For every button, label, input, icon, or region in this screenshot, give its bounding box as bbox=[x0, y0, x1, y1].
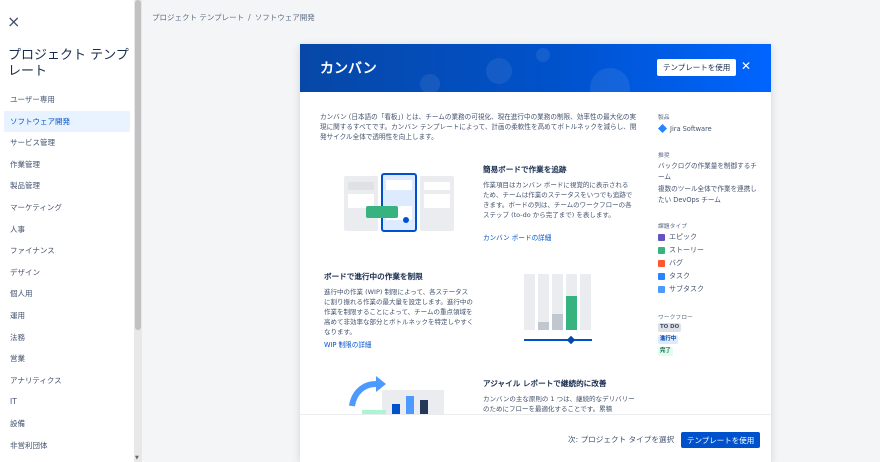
sidebar-item[interactable]: ファイナンス bbox=[4, 240, 130, 262]
sidebar-item[interactable]: デザイン bbox=[4, 262, 130, 284]
breadcrumb-current: ソフトウェア開発 bbox=[254, 13, 315, 22]
sidebar-item[interactable]: 作業管理 bbox=[4, 154, 130, 176]
section-text-board: 作業項目はカンバン ボードに視覚的に表示されるため、チームは作業のステータスをい… bbox=[483, 181, 633, 219]
sidebar-item[interactable]: 営業 bbox=[4, 348, 130, 370]
sidebar-item[interactable]: IT bbox=[4, 391, 130, 413]
header-decoration bbox=[536, 48, 550, 62]
epic-icon bbox=[658, 233, 665, 241]
issue-type-row: サブタスク bbox=[658, 284, 704, 294]
modal-footer: 次: プロジェクト タイプを選択 テンプレートを使用 bbox=[300, 414, 771, 462]
sidebar: × プロジェクト テンプレート ユーザー専用 ソフトウェア開発 サービス管理 作業管理… bbox=[0, 0, 142, 462]
sidebar-item[interactable]: ソフトウェア開発 bbox=[4, 110, 130, 133]
sidebar-title: プロジェクト テンプレート bbox=[8, 48, 129, 79]
template-modal: カンバン テンプレートを使用 ✕ カンバン (日本語の「看板」) とは、チームの… bbox=[300, 44, 771, 462]
issue-type-label: エピック bbox=[669, 233, 697, 241]
kanban-board-link[interactable]: カンバン ボードの詳細 bbox=[483, 232, 551, 242]
report-illustration bbox=[349, 376, 444, 414]
section-text-wip: 進行中の作業 (WIP) 制限によって、各ステータスに割り振れる作業の最大量を設… bbox=[324, 288, 474, 336]
issue-type-row: タスク bbox=[658, 271, 690, 281]
workflow-status-lozenge: TO DO bbox=[658, 323, 682, 332]
product-name: Jira Software bbox=[670, 124, 712, 133]
bug-icon bbox=[658, 259, 665, 267]
header-decoration bbox=[590, 68, 630, 92]
sidebar-item[interactable]: 非営利団体 bbox=[4, 435, 130, 457]
board-illustration bbox=[344, 173, 454, 232]
template-description: カンバン (日本語の「看板」) とは、チームの業務の可視化、現在進行中の業務の制… bbox=[320, 113, 637, 141]
sidebar-list: ユーザー専用 ソフトウェア開発 サービス管理 作業管理 製品管理 マーケティング 人事 ファイ… bbox=[4, 89, 130, 456]
header-decoration bbox=[486, 58, 512, 84]
issue-type-row: ストーリー bbox=[658, 245, 704, 255]
issue-type-label: タスク bbox=[669, 272, 690, 280]
jira-software-icon bbox=[658, 124, 667, 133]
issue-type-row: バグ bbox=[658, 258, 683, 268]
subtask-icon bbox=[658, 285, 665, 293]
section-title-board: 簡易ボードで作業を追跡 bbox=[483, 165, 567, 174]
product-label: 製品 bbox=[658, 115, 670, 121]
task-icon bbox=[658, 272, 665, 280]
recommended-label: 推奨 bbox=[658, 153, 670, 159]
header-decoration bbox=[420, 74, 440, 92]
issue-type-label: バグ bbox=[669, 259, 683, 267]
section-title-wip: ボードで進行中の作業を制限 bbox=[324, 272, 423, 281]
sidebar-item[interactable]: 運用 bbox=[4, 305, 130, 327]
scroll-down-icon[interactable]: ▼ bbox=[135, 455, 139, 461]
sidebar-scrollbar[interactable]: ▼ bbox=[134, 0, 142, 462]
sidebar-item[interactable]: アナリティクス bbox=[4, 370, 130, 392]
section-title-report: アジャイル レポートで継続的に改善 bbox=[483, 379, 607, 388]
sidebar-item[interactable]: 人事 bbox=[4, 219, 130, 241]
issue-type-label: サブタスク bbox=[669, 285, 704, 293]
recommended-item-2: 複数のツール全体で作業を連携したい DevOps チーム bbox=[658, 185, 757, 204]
use-template-button-footer[interactable]: テンプレートを使用 bbox=[681, 432, 761, 448]
scrollbar-thumb[interactable] bbox=[135, 0, 141, 330]
sidebar-item[interactable]: 法務 bbox=[4, 327, 130, 349]
workflow-status-lozenge: 完了 bbox=[658, 347, 673, 356]
breadcrumb: プロジェクト テンプレート / ソフトウェア開発 bbox=[152, 12, 315, 23]
wip-limit-link[interactable]: WIP 制限の詳細 bbox=[324, 339, 372, 349]
use-template-button[interactable]: テンプレートを使用 bbox=[657, 59, 737, 76]
product-row: Jira Software bbox=[658, 124, 712, 133]
story-icon bbox=[658, 246, 665, 254]
sidebar-item[interactable]: 設備 bbox=[4, 413, 130, 435]
close-icon[interactable]: × bbox=[7, 12, 20, 31]
wip-illustration bbox=[524, 274, 592, 345]
modal-header: カンバン テンプレートを使用 ✕ bbox=[300, 44, 771, 92]
sidebar-item[interactable]: 個人用 bbox=[4, 283, 130, 305]
sidebar-item[interactable]: 製品管理 bbox=[4, 175, 130, 197]
sidebar-item[interactable]: サービス管理 bbox=[4, 132, 130, 154]
section-text-report: カンバンの主な原則の 1 つは、継続的なデリバリーのためにフローを最適化すること… bbox=[483, 395, 635, 413]
breadcrumb-root[interactable]: プロジェクト テンプレート bbox=[152, 13, 244, 22]
workflow-label: ワークフロー bbox=[658, 315, 693, 321]
close-icon[interactable]: ✕ bbox=[741, 59, 751, 73]
breadcrumb-separator: / bbox=[248, 13, 251, 22]
issue-type-label: ストーリー bbox=[669, 246, 704, 254]
issue-type-row: エピック bbox=[658, 232, 697, 242]
recommended-item-1: バックログの作業量を制御するチーム bbox=[658, 162, 757, 181]
workflow-status-lozenge: 進行中 bbox=[658, 335, 679, 344]
sidebar-item[interactable]: マーケティング bbox=[4, 197, 130, 219]
modal-title: カンバン bbox=[320, 61, 377, 77]
next-step-label: 次: プロジェクト タイプを選択 bbox=[568, 435, 675, 444]
sidebar-item[interactable]: ユーザー専用 bbox=[4, 89, 130, 111]
issue-types-label: 課題タイプ bbox=[658, 224, 687, 230]
